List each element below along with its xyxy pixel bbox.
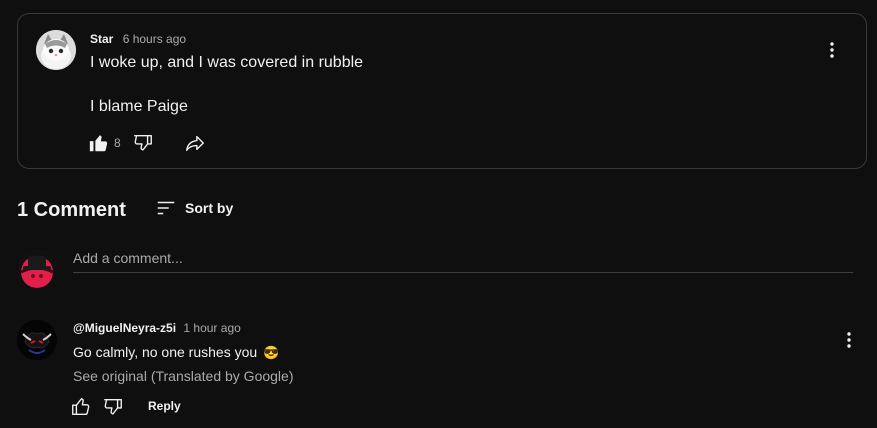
post-text-line-2: I blame Paige bbox=[90, 98, 188, 115]
comment-time[interactable]: 1 hour ago bbox=[183, 321, 240, 335]
comment-menu-button[interactable] bbox=[843, 330, 855, 350]
post-menu-button[interactable] bbox=[826, 40, 838, 60]
thumbs-down-icon bbox=[134, 134, 152, 151]
comment-dislike-button[interactable] bbox=[102, 396, 124, 418]
post-time[interactable]: 6 hours ago bbox=[123, 32, 186, 46]
comment-text-body: Go calmly, no one rushes you bbox=[73, 344, 258, 360]
current-user-avatar bbox=[17, 248, 57, 288]
cool-face-emoji: 😎 bbox=[263, 345, 280, 360]
post-author[interactable]: Star bbox=[90, 32, 113, 46]
post-dislike-button[interactable] bbox=[132, 132, 154, 154]
post-like-button[interactable] bbox=[88, 132, 110, 154]
post-like-count: 8 bbox=[114, 136, 121, 150]
post-share-button[interactable] bbox=[184, 132, 206, 154]
sort-icon bbox=[157, 201, 175, 215]
thumbs-up-icon bbox=[72, 398, 90, 416]
see-original-link[interactable]: See original (Translated by Google) bbox=[73, 368, 294, 384]
sort-by-button[interactable]: Sort by bbox=[155, 197, 233, 219]
thumbs-down-icon bbox=[104, 398, 122, 415]
more-vert-icon bbox=[830, 42, 834, 58]
add-comment-input[interactable] bbox=[73, 244, 853, 273]
sort-by-label: Sort by bbox=[185, 200, 234, 216]
comment-author[interactable]: @MiguelNeyra-z5i bbox=[73, 321, 176, 335]
thumbs-up-filled-icon bbox=[89, 135, 108, 152]
comment-header: @MiguelNeyra-z5i 1 hour ago bbox=[73, 321, 241, 335]
comment-text: Go calmly, no one rushes you 😎 bbox=[73, 344, 279, 361]
comments-count-title: 1 Comment bbox=[17, 199, 126, 221]
more-vert-icon bbox=[847, 332, 851, 348]
share-icon bbox=[186, 135, 204, 152]
page: Star 6 hours ago I woke up, and I was co… bbox=[0, 0, 877, 428]
post-card: Star 6 hours ago I woke up, and I was co… bbox=[17, 13, 867, 169]
post-text-line-1: I woke up, and I was covered in rubble bbox=[90, 54, 364, 71]
post-header: Star 6 hours ago bbox=[90, 32, 186, 46]
reply-button[interactable]: Reply bbox=[148, 399, 181, 413]
comment-author-avatar[interactable] bbox=[17, 320, 57, 360]
comment-like-button[interactable] bbox=[70, 396, 92, 418]
post-author-avatar[interactable] bbox=[36, 30, 76, 70]
